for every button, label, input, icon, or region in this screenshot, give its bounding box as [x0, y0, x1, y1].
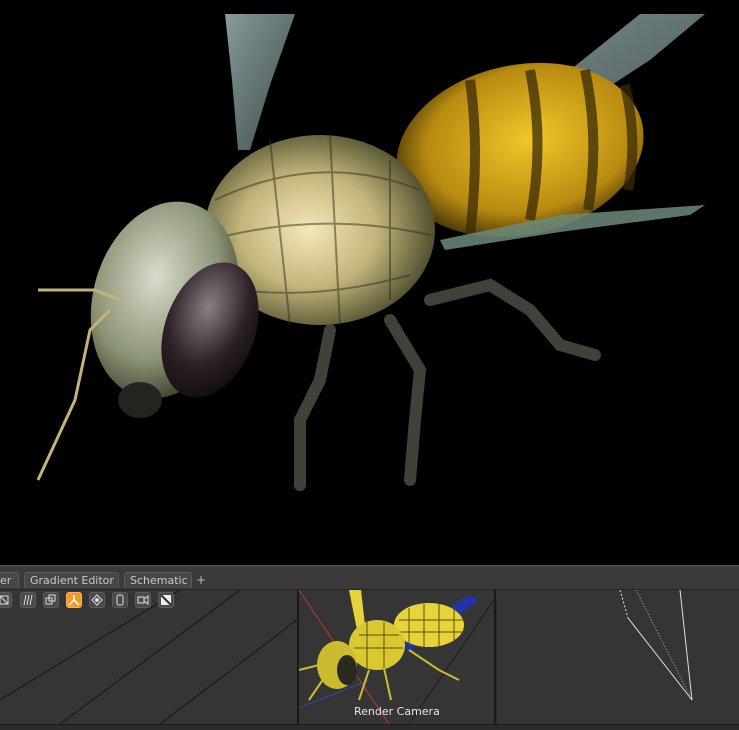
viewport-left[interactable] [0, 590, 297, 724]
viewport-panel: Render Camera [0, 590, 739, 724]
tab-truncated[interactable]: er [0, 572, 19, 588]
bee-render [36, 14, 705, 491]
bounding-icon[interactable] [89, 592, 105, 608]
tab-schematic[interactable]: Schematic [124, 572, 192, 588]
light-icon[interactable] [112, 592, 128, 608]
instance-icon[interactable] [43, 592, 59, 608]
viewport-render-camera[interactable]: Render Camera [299, 590, 494, 724]
grid-lines [0, 590, 297, 724]
hair-icon[interactable] [20, 592, 36, 608]
joint-icon[interactable] [66, 592, 82, 608]
add-tab-button[interactable]: + [196, 572, 206, 588]
viewport-camera-label: Render Camera [354, 705, 440, 718]
bee-wireframe [299, 590, 494, 724]
status-strip [0, 724, 739, 730]
texture-icon[interactable] [158, 592, 174, 608]
wireframe-box-icon[interactable] [0, 592, 12, 608]
camera-frustum [496, 590, 693, 724]
render-view[interactable] [0, 0, 739, 565]
viewport-right[interactable] [496, 590, 739, 724]
viewport-toolbar [0, 590, 297, 610]
panel-tab-strip: er Gradient Editor Schematic + [0, 569, 739, 590]
tab-gradient-editor[interactable]: Gradient Editor [24, 572, 119, 588]
camera-icon[interactable] [135, 592, 151, 608]
